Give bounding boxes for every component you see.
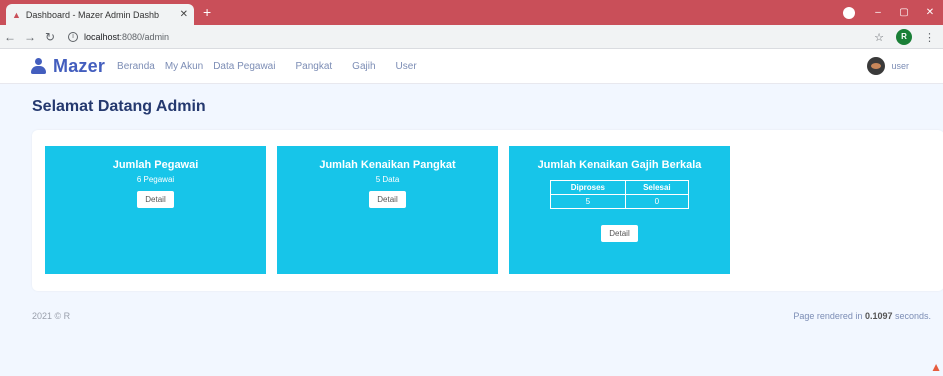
user-menu[interactable]: user [867,57,909,75]
card-kenaikan-pangkat: Jumlah Kenaikan Pangkat 5 Data Detail [277,146,498,274]
gajih-status-table: Diproses Selesai 5 0 [550,180,690,209]
profile-avatar[interactable]: R [896,29,912,45]
nav-item-gajih[interactable]: Gajih [352,61,375,72]
avatar [867,57,886,75]
forward-icon[interactable]: → [20,30,40,44]
card-title: Jumlah Kenaikan Pangkat [319,159,456,171]
nav-item-beranda[interactable]: Beranda [117,61,155,72]
footer-render-time: Page rendered in 0.1097 seconds. [793,311,931,321]
back-icon[interactable]: ← [0,30,20,44]
cards-panel: Jumlah Pegawai 6 Pegawai Detail Jumlah K… [32,130,943,291]
detail-button[interactable]: Detail [601,225,638,242]
window-controls: – ▢ ✕ [843,0,943,25]
table-header-selesai: Selesai [624,180,690,195]
maximize-icon[interactable]: ▢ [891,7,917,18]
person-icon [30,58,47,74]
table-header-diproses: Diproses [550,180,626,195]
minimize-icon[interactable]: – [865,7,891,18]
info-icon[interactable]: i [68,31,78,42]
render-time-value: 0.1097 [864,311,893,321]
card-subtitle: 6 Pegawai [136,175,175,184]
footer-copyright: 2021 © R [32,311,71,321]
card-jumlah-pegawai: Jumlah Pegawai 6 Pegawai Detail [45,146,266,274]
render-prefix: Page rendered in [793,311,865,321]
browser-tab[interactable]: ▲ Dashboard - Mazer Admin Dashb ✕ [6,4,194,25]
nav-item-user[interactable]: User [396,61,417,72]
reload-icon[interactable]: ↻ [40,30,60,44]
extension-icon[interactable] [843,6,855,19]
user-name: user [891,61,909,71]
url-host: localhost [84,31,120,42]
favicon-icon: ▲ [12,9,21,20]
new-tab-button[interactable]: + [203,4,211,20]
table-value-diproses: 5 [550,194,626,209]
card-kenaikan-gajih: Jumlah Kenaikan Gajih Berkala Diproses S… [509,146,730,274]
main-menu: Beranda My Akun Data Pegawai Pangkat Gaj… [117,61,427,72]
nav-item-my-akun[interactable]: My Akun [165,61,203,72]
bookmark-star-icon[interactable]: ☆ [874,31,884,44]
render-suffix: seconds. [892,311,931,321]
card-subtitle: 5 Data [375,175,400,184]
detail-button[interactable]: Detail [137,191,174,208]
card-title: Jumlah Kenaikan Gajih Berkala [537,159,702,171]
app-navbar: Mazer Beranda My Akun Data Pegawai Pangk… [0,49,943,84]
card-title: Jumlah Pegawai [112,159,199,171]
nav-item-pangkat[interactable]: Pangkat [295,61,332,72]
nav-item-data-pegawai[interactable]: Data Pegawai [213,61,275,72]
close-tab-icon[interactable]: ✕ [180,9,188,20]
address-bar: ← → ↻ i localhost:8080/admin ☆ R ⋮ [0,25,943,49]
brand-logo[interactable]: Mazer [30,56,105,77]
brand-name: Mazer [53,55,106,76]
url-path: :8080/admin [119,31,170,42]
close-window-icon[interactable]: ✕ [917,7,943,18]
browser-tab-bar: ▲ Dashboard - Mazer Admin Dashb ✕ + – ▢ … [0,0,943,25]
url-field[interactable]: i localhost:8080/admin [68,31,170,42]
page-title: Selamat Datang Admin [32,98,206,115]
detail-button[interactable]: Detail [369,191,406,208]
table-value-selesai: 0 [624,194,690,209]
browser-menu-icon[interactable]: ⋮ [924,31,935,44]
browser-tab-title: Dashboard - Mazer Admin Dashb [25,9,159,20]
corner-arrow-icon[interactable]: ▲ [930,360,942,374]
